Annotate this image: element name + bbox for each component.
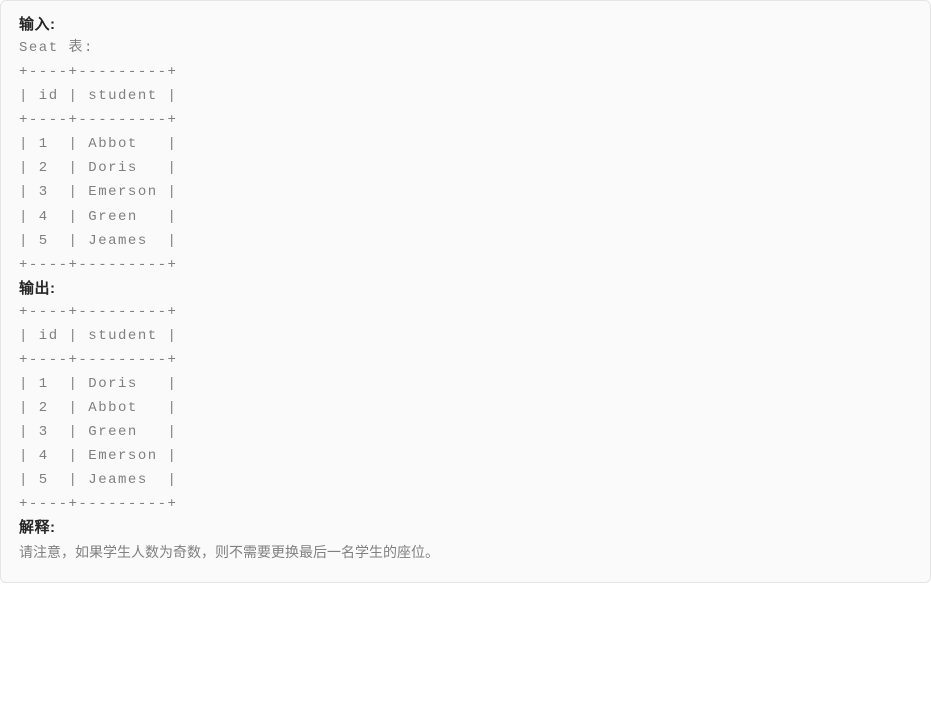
explanation-text: 请注意，如果学生人数为奇数，则不需要更换最后一名学生的座位。 <box>19 540 912 565</box>
output-table: +----+---------+ | id | student | +----+… <box>19 300 912 517</box>
explanation-label: 解释: <box>19 516 912 537</box>
example-container: 输入: Seat 表: +----+---------+ | id | stud… <box>0 0 931 583</box>
input-table: Seat 表: +----+---------+ | id | student … <box>19 36 912 277</box>
output-label: 输出: <box>19 277 912 298</box>
input-label: 输入: <box>19 13 912 34</box>
